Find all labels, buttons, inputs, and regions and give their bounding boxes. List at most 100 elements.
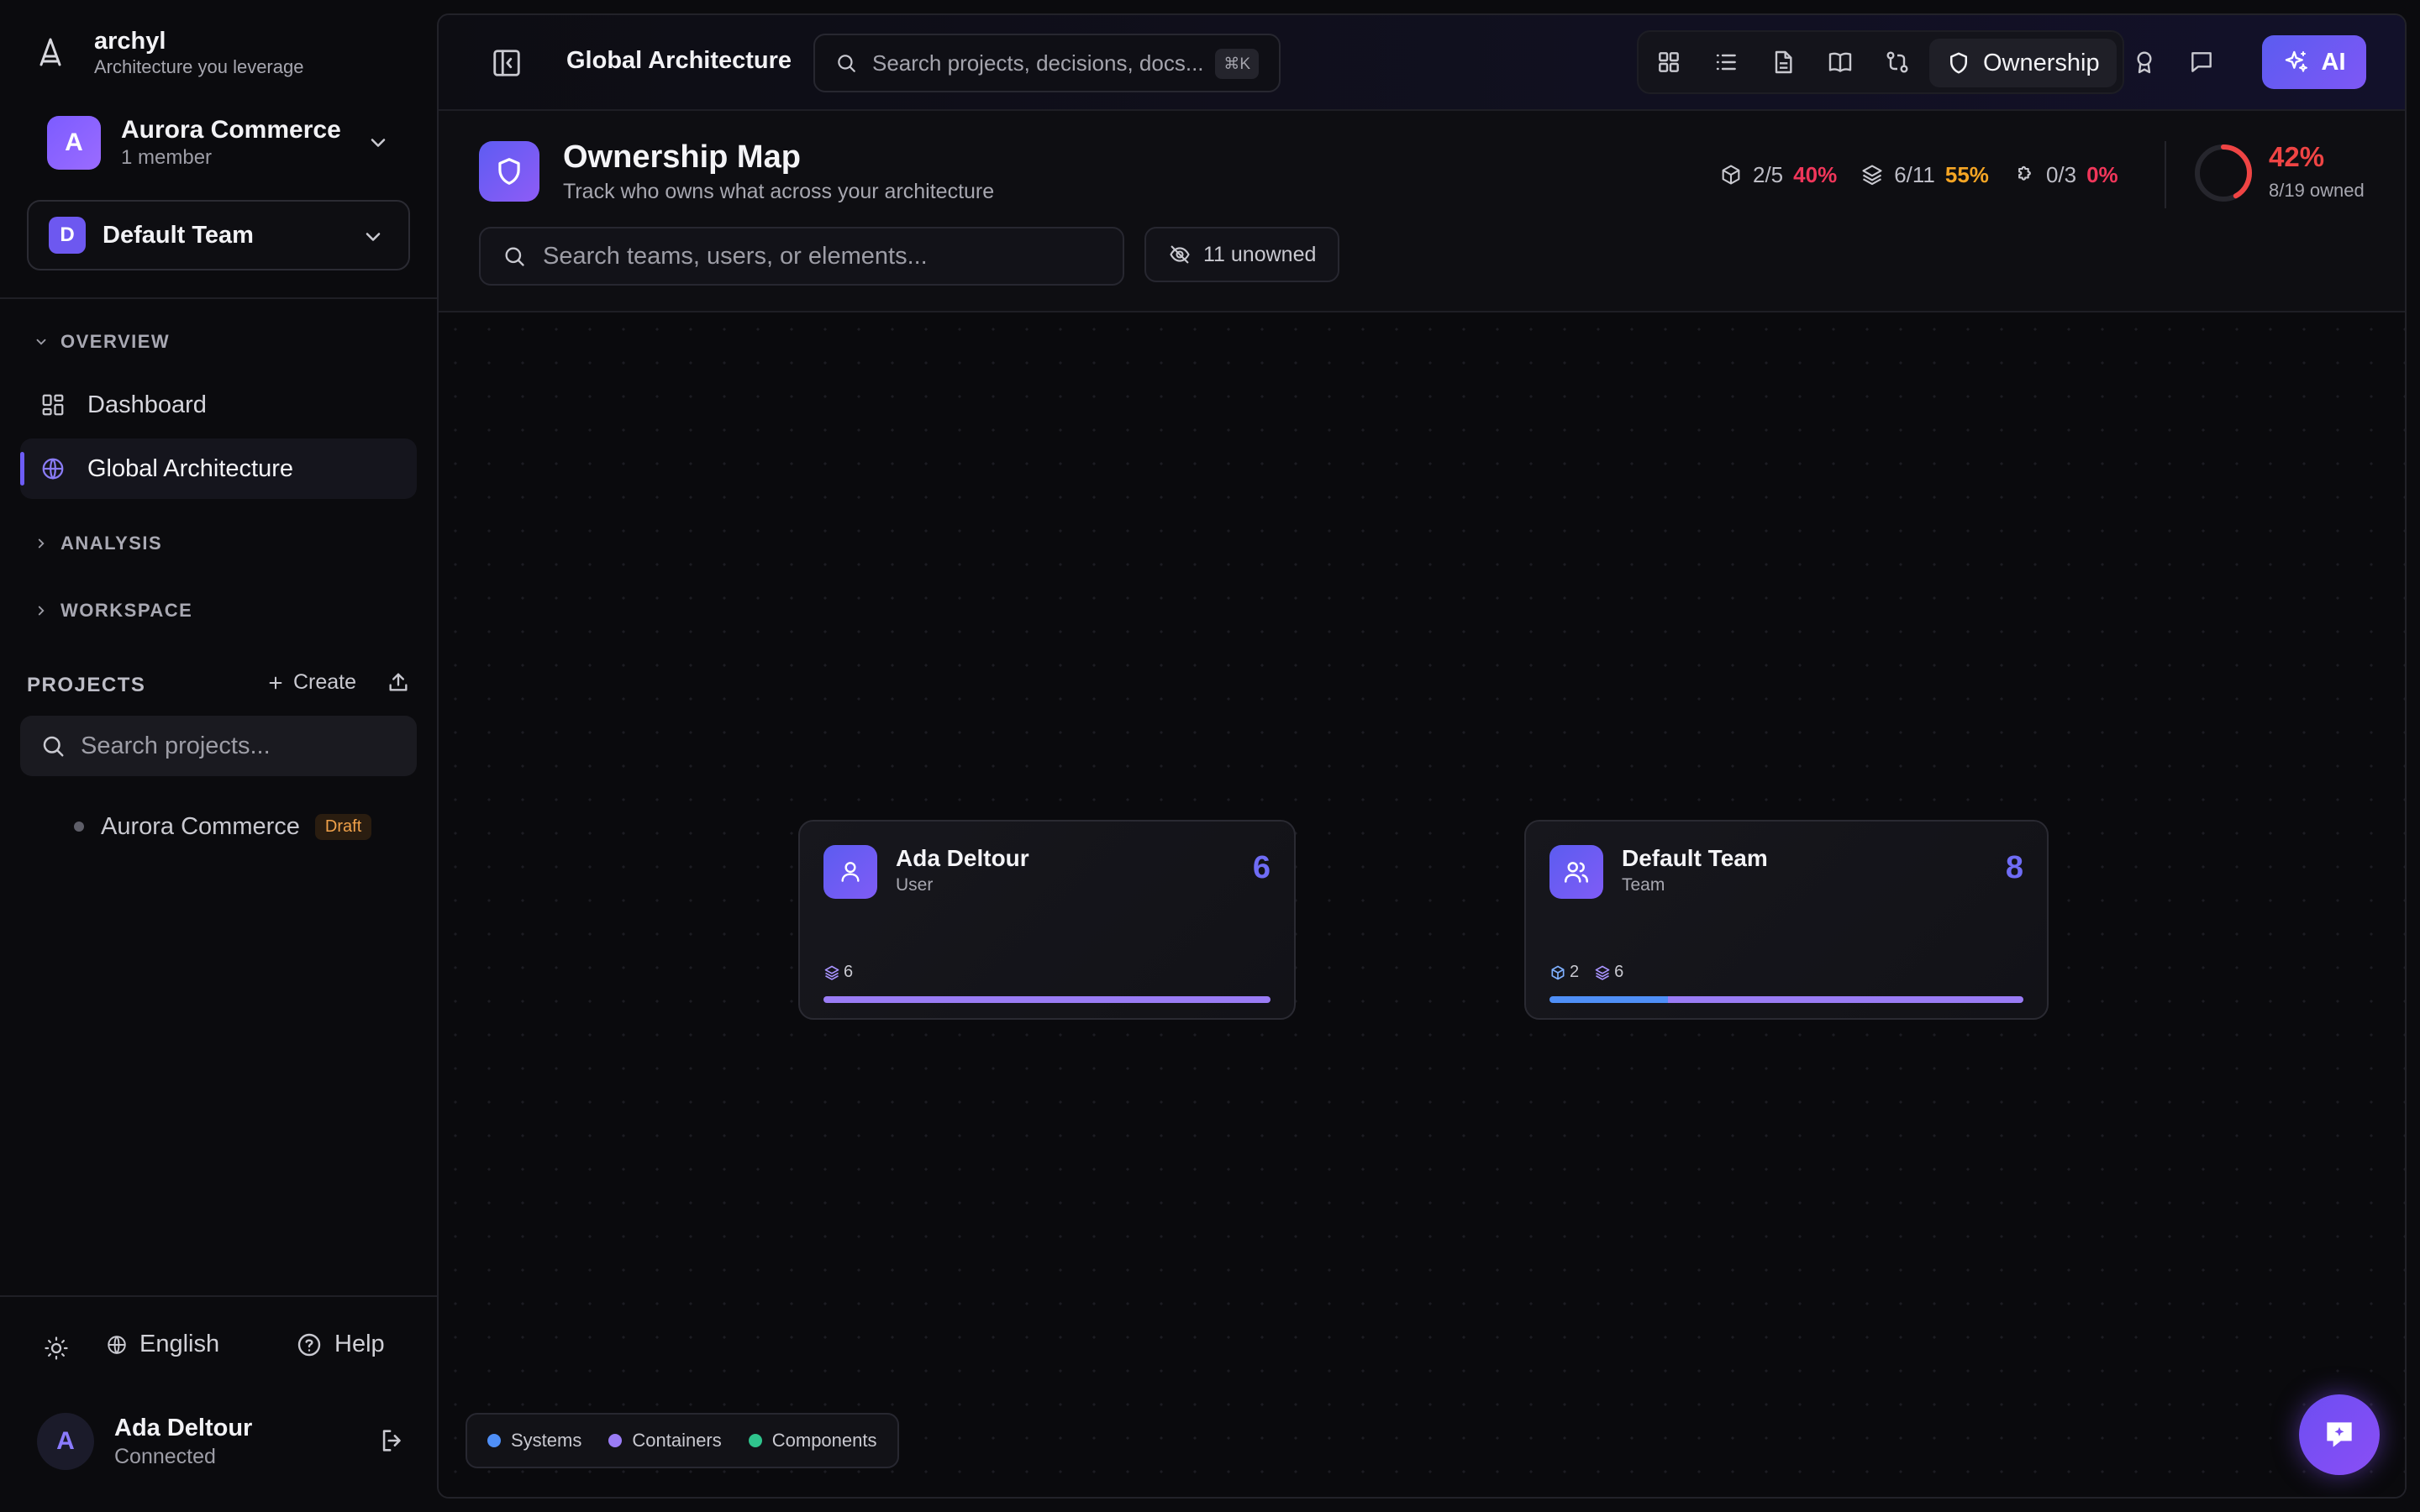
globe-icon: [108, 1335, 126, 1354]
brand[interactable]: archyl Architecture you leverage: [34, 27, 303, 79]
containers-count-value: 6: [1614, 963, 1624, 981]
upload-icon[interactable]: [387, 670, 410, 694]
ownership-canvas[interactable]: Ada Deltour User 6 6 Default Team Team 8…: [439, 312, 2405, 1497]
legend-item-containers: Containers: [608, 1430, 722, 1452]
shield-icon: [1950, 52, 1967, 74]
top-bar: Global Architecture ⌘K: [439, 15, 2405, 111]
tab-ownership[interactable]: Ownership: [1929, 39, 2117, 87]
layers-icon: [1595, 965, 1610, 980]
section-workspace-toggle[interactable]: WORKSPACE: [34, 600, 192, 622]
owner-search[interactable]: [479, 227, 1124, 286]
team-icon-badge: [1549, 845, 1603, 899]
legend-item-systems: Systems: [487, 1430, 581, 1452]
sidebar: archyl Architecture you leverage A Auror…: [0, 0, 437, 1512]
create-project-button[interactable]: Create: [266, 670, 356, 695]
page-title: Ownership Map: [563, 139, 801, 175]
owner-name: Ada Deltour: [896, 845, 1029, 871]
global-search-input[interactable]: [872, 50, 1208, 76]
sidebar-item-label: Dashboard: [87, 391, 207, 418]
user-icon-badge: [823, 845, 877, 899]
chevron-right-icon: [38, 606, 45, 616]
shield-icon: [498, 158, 520, 185]
award-icon[interactable]: [2131, 49, 2158, 76]
containers-count: 6: [1594, 963, 1623, 982]
ownership-page-icon: [479, 141, 539, 202]
project-item-aurora-commerce[interactable]: Aurora Commerce Draft: [74, 810, 372, 843]
ownership-breakdown-bar: [823, 996, 1270, 1003]
stats-divider: [2165, 141, 2166, 208]
global-search[interactable]: ⌘K: [813, 34, 1281, 92]
logout-icon[interactable]: [378, 1426, 407, 1455]
help-label: Help: [334, 1331, 385, 1357]
grid-view-icon[interactable]: [1655, 49, 1682, 76]
owner-search-input[interactable]: [543, 242, 1114, 270]
section-overview-label: OVERVIEW: [60, 331, 171, 352]
systems-count: 2: [1549, 963, 1579, 982]
ai-assistant-button[interactable]: AI: [2262, 35, 2366, 89]
containers-segment: [1668, 996, 2023, 1003]
sidebar-item-dashboard[interactable]: Dashboard: [20, 375, 417, 435]
message-square-icon[interactable]: [2188, 49, 2215, 76]
dashboard-icon: [42, 394, 64, 416]
section-analysis-label: ANALYSIS: [60, 533, 163, 554]
owner-type: Team: [1622, 875, 1665, 895]
language-label: English: [139, 1331, 220, 1357]
unowned-filter-button[interactable]: 11 unowned: [1144, 227, 1340, 282]
avatar: A: [37, 1413, 94, 1470]
archyl-logo-icon: [39, 38, 61, 66]
view-switcher: Ownership: [1637, 30, 2124, 94]
cube-icon: [1722, 165, 1740, 185]
globe-icon: [42, 458, 64, 480]
sidebar-toggle-icon[interactable]: [491, 47, 523, 79]
search-shortcut: ⌘K: [1215, 49, 1259, 79]
layers-icon: [1862, 165, 1882, 186]
eye-off-icon: [1170, 245, 1190, 264]
create-project-label: Create: [292, 670, 356, 694]
section-workspace-label: WORKSPACE: [60, 600, 193, 621]
git-compare-icon[interactable]: [1884, 49, 1911, 76]
owned-breakdown: 2 6: [1549, 963, 1639, 982]
project-search-input[interactable]: [81, 732, 400, 760]
search-icon: [505, 247, 524, 266]
coverage-stats: 2/5 40% 6/11 55% 0/3 0%: [1719, 158, 2142, 192]
owner-card-ada-deltour[interactable]: Ada Deltour User 6 6: [798, 820, 1296, 1020]
containers-count: 6: [823, 963, 853, 982]
help-circle-icon: [297, 1333, 321, 1356]
sparkles-icon: [2285, 50, 2307, 72]
sidebar-item-global-architecture[interactable]: Global Architecture: [20, 438, 417, 499]
user-icon: [841, 862, 860, 882]
help-button[interactable]: Help: [296, 1331, 385, 1358]
owned-element-count: 8: [2005, 850, 2023, 885]
owner-card-default-team[interactable]: Default Team Team 8 2 6: [1524, 820, 2049, 1020]
language-button[interactable]: English: [106, 1331, 219, 1358]
stat-percent: 0%: [2086, 161, 2118, 187]
systems-count-value: 2: [1570, 963, 1580, 981]
team-selector[interactable]: D Default Team: [27, 200, 410, 270]
draft-badge: Draft: [314, 813, 372, 840]
user-profile[interactable]: A Ada Deltour Connected: [37, 1408, 407, 1475]
ownership-breakdown-bar: [1549, 996, 2023, 1003]
chevron-right-icon: [38, 538, 45, 549]
document-icon[interactable]: [1770, 49, 1797, 76]
section-analysis-toggle[interactable]: ANALYSIS: [34, 533, 162, 554]
chat-bubble-icon: [2327, 1422, 2352, 1447]
tab-ownership-label: Ownership: [1983, 49, 2100, 76]
organization-members: 1 member: [121, 146, 213, 169]
users-icon: [1564, 862, 1589, 883]
chat-support-button[interactable]: [2299, 1394, 2380, 1475]
book-open-icon[interactable]: [1827, 49, 1854, 76]
project-search[interactable]: [20, 716, 417, 776]
legend-item-components: Components: [748, 1430, 877, 1452]
legend: Systems Containers Components: [466, 1413, 899, 1468]
stat-components: 0/3 0%: [2012, 162, 2118, 188]
systems-segment: [1549, 996, 1668, 1003]
user-status: Connected: [114, 1445, 216, 1468]
page-subtitle: Track who owns what across your architec…: [563, 180, 995, 203]
ai-button-label: AI: [2321, 48, 2346, 76]
organization-switcher[interactable]: A Aurora Commerce 1 member: [27, 109, 397, 176]
list-view-icon[interactable]: [1712, 49, 1739, 76]
stat-containers: 6/11 55%: [1860, 162, 1989, 188]
sun-icon[interactable]: [44, 1336, 69, 1361]
section-overview-toggle[interactable]: OVERVIEW: [34, 331, 170, 353]
stat-fraction: 0/3: [2045, 161, 2077, 187]
